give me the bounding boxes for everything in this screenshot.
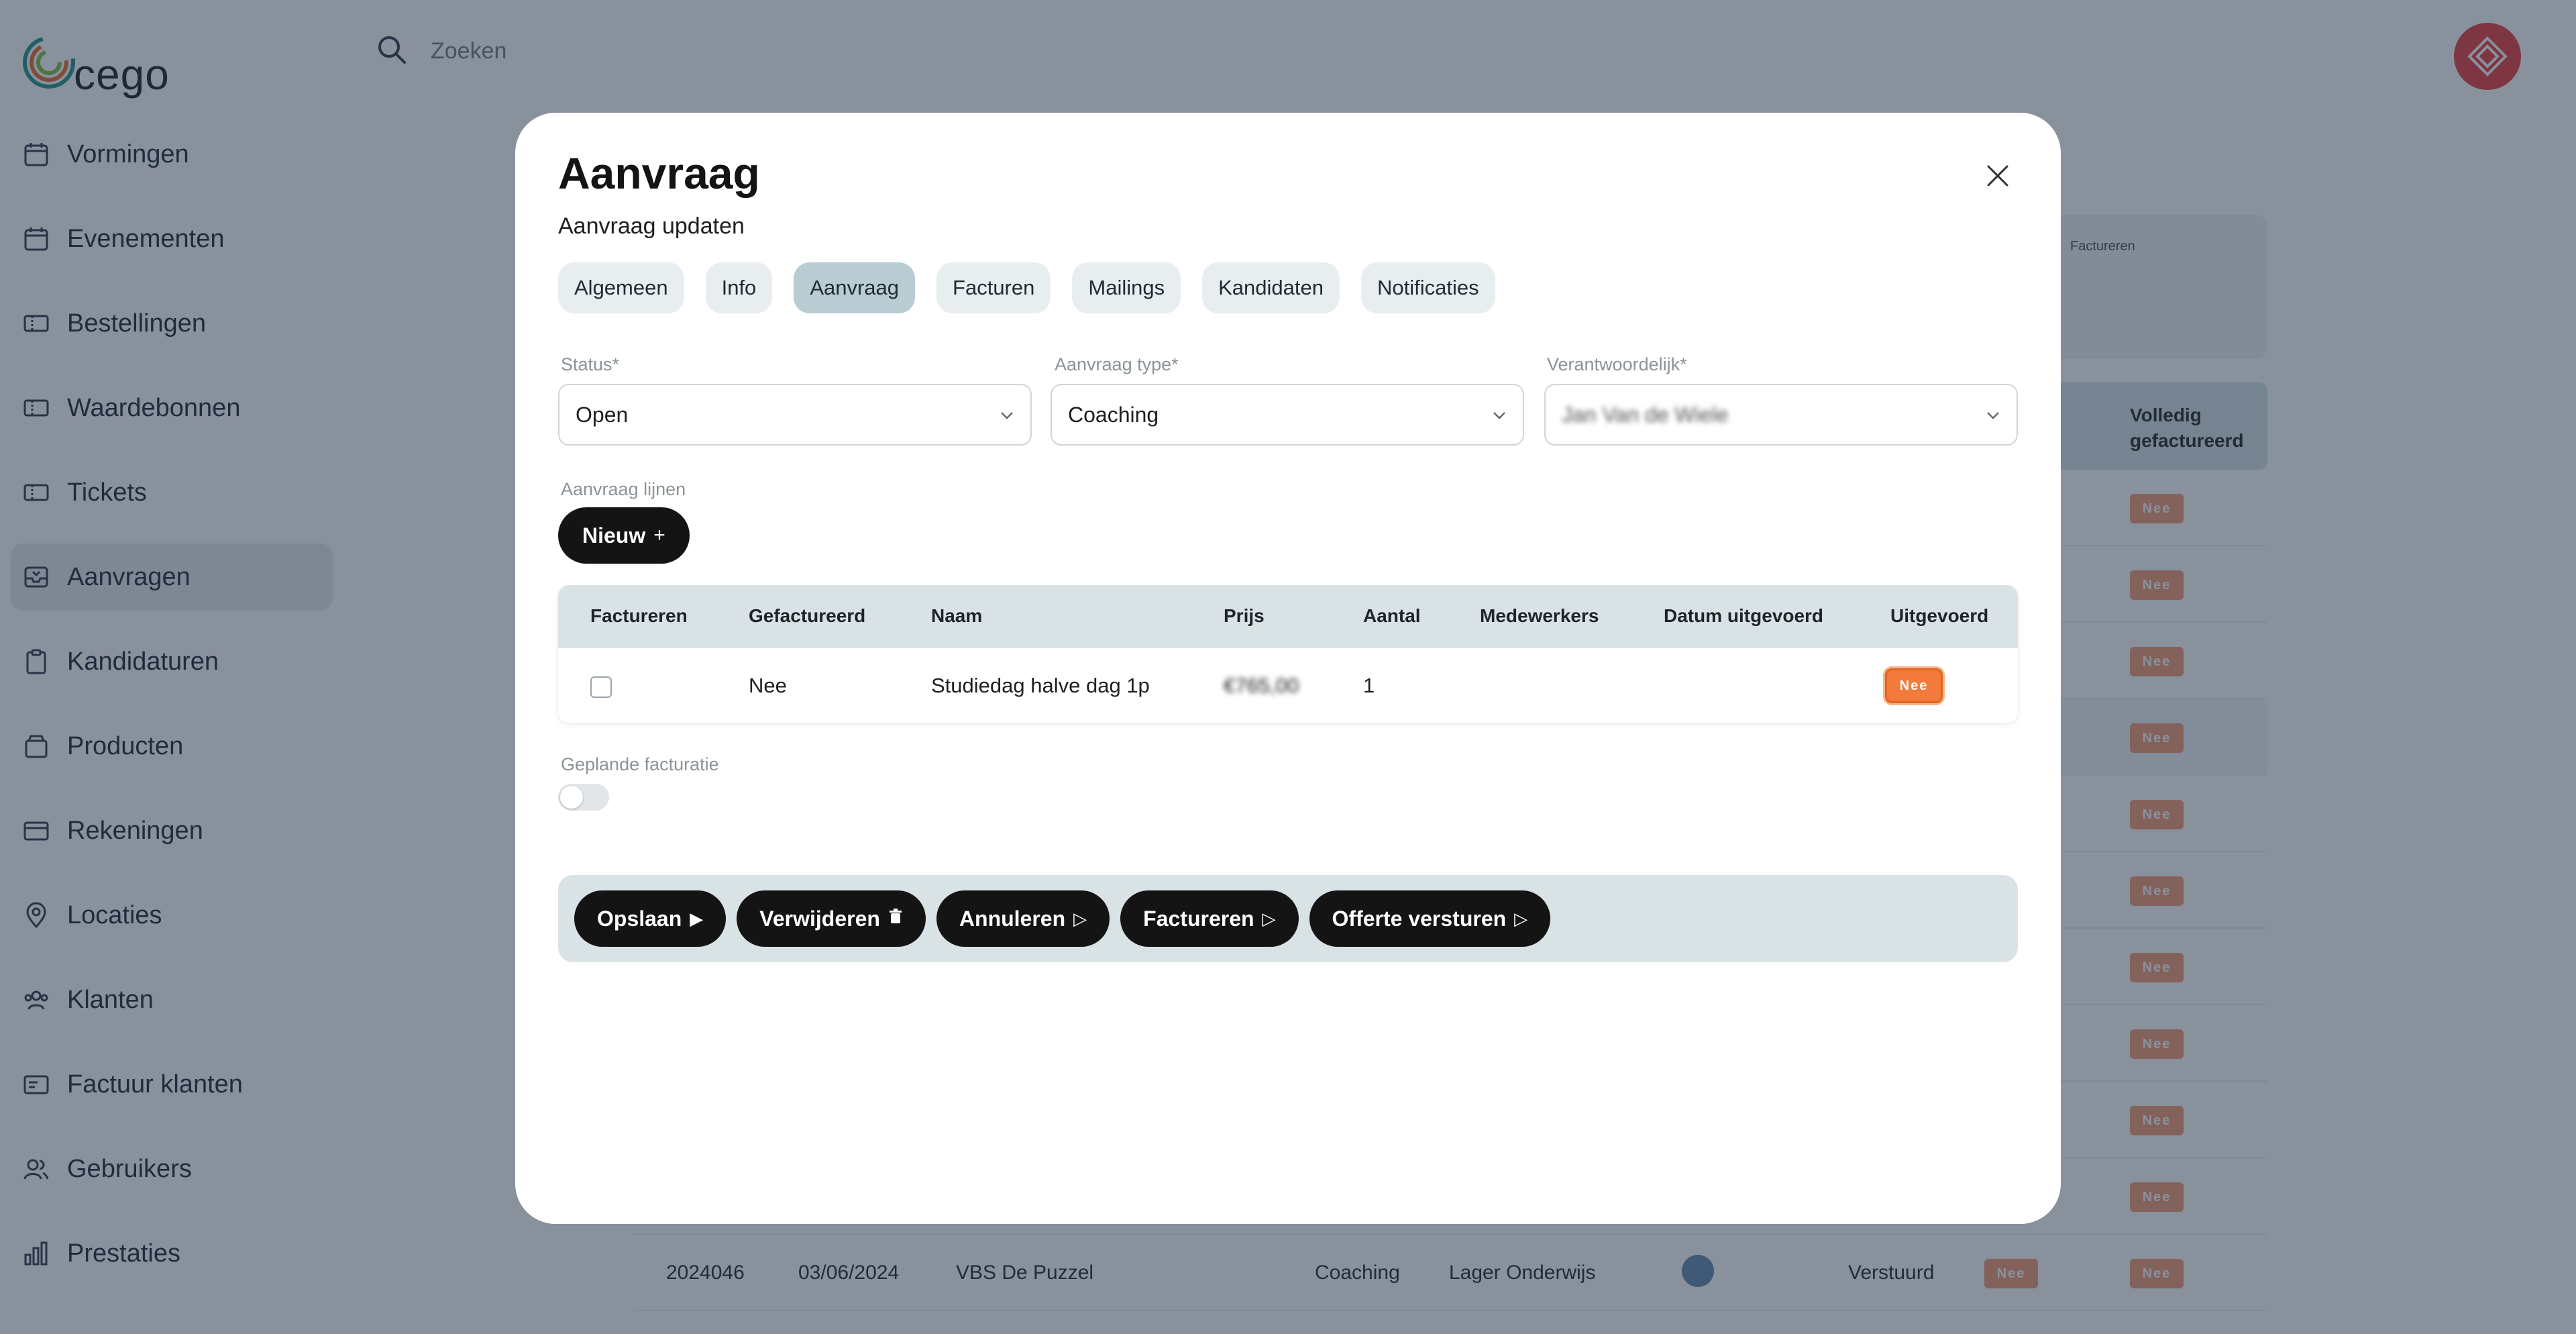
action-bar: Opslaan ▶ Verwijderen Annuleren ▷ Facturer… [558, 875, 2018, 962]
delete-button[interactable]: Verwijderen [737, 890, 926, 947]
invoice-button[interactable]: Factureren ▷ [1120, 890, 1299, 947]
status-select[interactable]: Open [558, 384, 1032, 446]
save-button[interactable]: Opslaan ▶ [574, 890, 727, 947]
new-line-button[interactable]: Nieuw + [558, 507, 690, 564]
tab-mailings[interactable]: Mailings [1072, 262, 1181, 313]
table-header: Factureren Gefactureerd Naam Prijs Aanta… [558, 585, 2018, 648]
aanvraag-type-value: Coaching [1068, 402, 1159, 427]
modal-subtitle: Aanvraag updaten [558, 213, 745, 239]
tab-algemeen[interactable]: Algemeen [558, 262, 684, 313]
send-icon: ▷ [1073, 908, 1087, 929]
factureren-checkbox[interactable] [590, 676, 612, 698]
play-icon: ▶ [690, 908, 704, 929]
plus-icon: + [653, 524, 665, 546]
toggle-knob [560, 786, 583, 809]
status-value: Open [576, 402, 629, 427]
trash-icon [888, 908, 903, 929]
verantwoordelijk-value: Jan Van de Wiele [1562, 402, 1729, 427]
tab-kandidaten[interactable]: Kandidaten [1202, 262, 1340, 313]
aanvraag-type-select[interactable]: Coaching [1051, 384, 1524, 446]
chevron-down-icon [1987, 412, 1999, 419]
status-label: Status* [561, 354, 620, 374]
modal-title: Aanvraag [558, 148, 760, 198]
geplande-facturatie-toggle[interactable] [558, 784, 609, 811]
aanvraag-lines-table: Factureren Gefactureerd Naam Prijs Aanta… [558, 585, 2018, 723]
tab-notificaties[interactable]: Notificaties [1360, 262, 1495, 313]
modal-tabs: Algemeen Info Aanvraag Facturen Mailings… [558, 262, 1517, 313]
tab-facturen[interactable]: Facturen [936, 262, 1051, 313]
tab-aanvraag[interactable]: Aanvraag [794, 262, 916, 313]
verantwoordelijk-label: Verantwoordelijk* [1547, 354, 1687, 374]
aanvraag-lijnen-label: Aanvraag lijnen [561, 479, 686, 499]
send-icon: ▷ [1262, 908, 1276, 929]
send-icon: ▷ [1514, 908, 1528, 929]
uitgevoerd-badge[interactable]: Nee [1885, 668, 1943, 703]
cancel-button[interactable]: Annuleren ▷ [936, 890, 1110, 947]
send-quote-button[interactable]: Offerte versturen ▷ [1309, 890, 1551, 947]
aanvraag-modal: Aanvraag Aanvraag updaten Algemeen Info … [515, 113, 2061, 1224]
chevron-down-icon [1001, 412, 1013, 419]
chevron-down-icon [1493, 412, 1505, 419]
close-icon [1987, 165, 2008, 187]
table-row[interactable]: Nee Studiedag halve dag 1p €765,00 1 Nee [558, 648, 2018, 723]
geplande-facturatie-label: Geplande facturatie [561, 754, 719, 774]
close-button[interactable] [1979, 157, 2017, 195]
verantwoordelijk-select[interactable]: Jan Van de Wiele [1544, 384, 2018, 446]
tab-info[interactable]: Info [705, 262, 773, 313]
aanvraag-type-label: Aanvraag type* [1055, 354, 1179, 374]
